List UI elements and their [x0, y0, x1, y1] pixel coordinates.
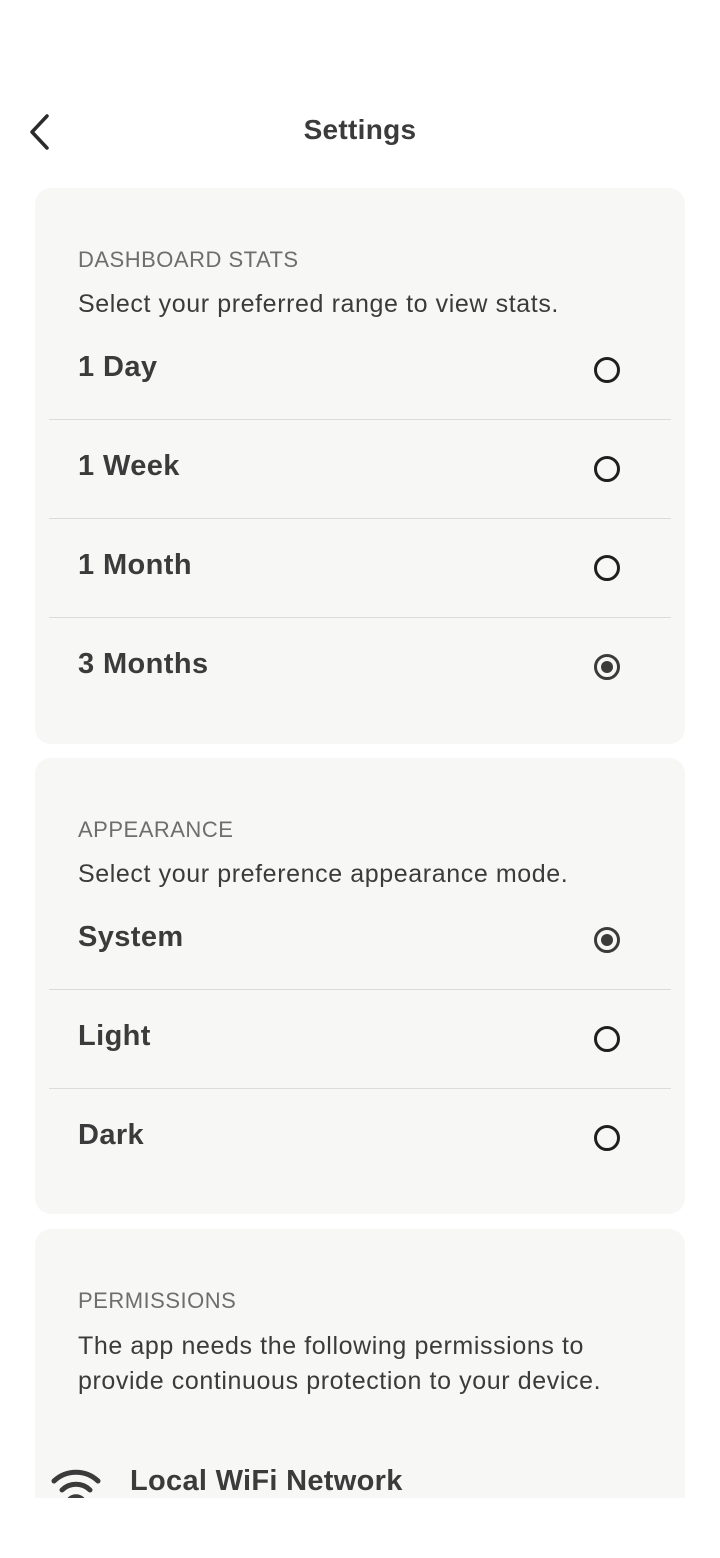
section-description-permissions: The app needs the following permissions … — [78, 1332, 602, 1395]
radio-button[interactable] — [594, 357, 620, 383]
option-label: 1 Week — [78, 450, 180, 482]
settings-scroll-area[interactable]: Settings DASHBOARD STATS Select your pre… — [0, 0, 720, 1498]
section-description-appearance: Select your preference appearance mode. — [78, 860, 569, 888]
permission-label: Local WiFi Network — [130, 1465, 403, 1497]
dashboard-stats-card: DASHBOARD STATS Select your preferred ra… — [35, 188, 685, 744]
appearance-option-light[interactable]: Light — [49, 990, 671, 1089]
permissions-card: PERMISSIONS The app needs the following … — [35, 1229, 685, 1498]
option-label: 1 Month — [78, 549, 192, 581]
range-option-1-month[interactable]: 1 Month — [49, 519, 671, 618]
section-description-dashboard-stats: Select your preferred range to view stat… — [78, 290, 559, 318]
option-label: Dark — [78, 1119, 145, 1151]
radio-button-selected[interactable] — [594, 654, 620, 680]
range-option-1-day[interactable]: 1 Day — [49, 321, 671, 420]
option-label: 3 Months — [78, 648, 209, 680]
radio-button-selected[interactable] — [594, 927, 620, 953]
appearance-option-dark[interactable]: Dark — [49, 1089, 671, 1188]
option-label: System — [78, 921, 184, 953]
section-heading-permissions: PERMISSIONS — [78, 1288, 237, 1313]
radio-button[interactable] — [594, 1026, 620, 1052]
navigation-header: Settings — [0, 100, 720, 164]
radio-button[interactable] — [594, 1125, 620, 1151]
appearance-option-system[interactable]: System — [49, 891, 671, 990]
section-heading-dashboard-stats: DASHBOARD STATS — [78, 247, 299, 272]
page-title: Settings — [303, 114, 417, 145]
radio-button[interactable] — [594, 555, 620, 581]
range-option-1-week[interactable]: 1 Week — [49, 420, 671, 519]
wifi-icon — [51, 1469, 101, 1498]
appearance-card: APPEARANCE Select your preference appear… — [35, 758, 685, 1214]
range-option-3-months[interactable]: 3 Months — [49, 618, 671, 717]
option-label: Light — [78, 1020, 151, 1052]
radio-button[interactable] — [594, 456, 620, 482]
permission-item-local-wifi[interactable]: Local WiFi Network — [49, 1461, 671, 1498]
option-label: 1 Day — [78, 351, 158, 383]
section-heading-appearance: APPEARANCE — [78, 817, 234, 842]
